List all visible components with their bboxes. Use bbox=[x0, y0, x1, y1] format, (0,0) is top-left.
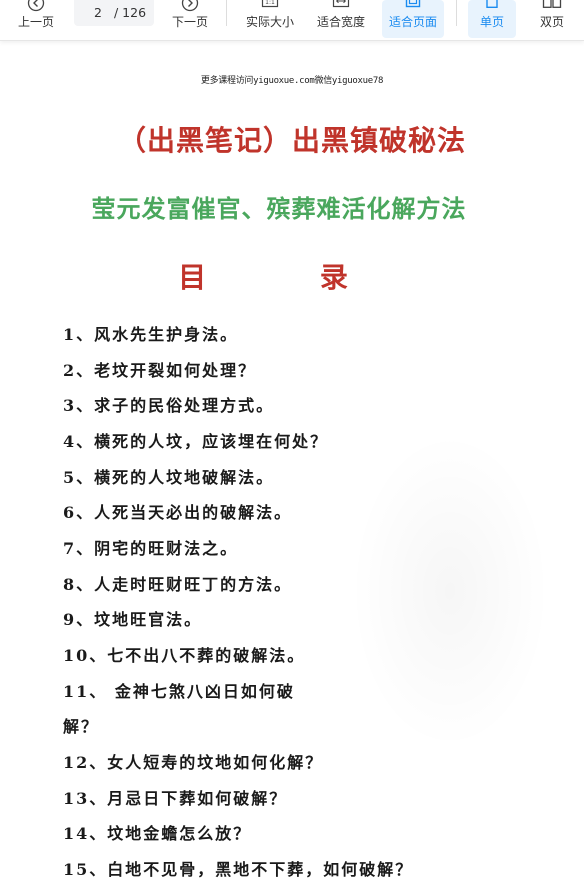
svg-text:1:1: 1:1 bbox=[265, 0, 275, 6]
fit-page-button[interactable]: 适合页面 bbox=[382, 0, 444, 38]
document-page: 更多课程访问yiguoxue.com微信yiguoxue78 （出黑笔记）出黑镇… bbox=[0, 41, 584, 895]
prev-page-label: 上一页 bbox=[17, 15, 54, 29]
fit-width-button[interactable]: 适合宽度 bbox=[313, 0, 369, 38]
page-scan-shadow bbox=[350, 431, 550, 751]
fit-width-icon bbox=[332, 0, 350, 8]
toc-item: 9、坟地旺官法。 bbox=[63, 610, 203, 629]
toc-item: 12、女人短寿的坟地如何化解？ bbox=[63, 753, 324, 772]
double-page-button[interactable]: 双页 bbox=[530, 0, 574, 38]
toc-item: 15、白地不见骨，黑地不下葬，如何破解？ bbox=[63, 860, 414, 879]
toc-item: 1、风水先生护身法。 bbox=[63, 325, 239, 344]
double-page-label: 双页 bbox=[539, 15, 564, 29]
toolbar-divider bbox=[456, 0, 457, 26]
total-pages: / 126 bbox=[114, 5, 147, 20]
toc-item: 3、求子的民俗处理方式。 bbox=[63, 396, 275, 415]
fit-page-icon bbox=[405, 0, 421, 8]
toc-item: 10、七不出八不葬的破解法。 bbox=[63, 646, 306, 665]
document-title: （出黑笔记）出黑镇破秘法 bbox=[117, 124, 466, 157]
double-page-icon bbox=[542, 0, 562, 8]
current-page[interactable]: 2 bbox=[94, 5, 102, 20]
toc-item: 11、 金神七煞八凶日如何破 bbox=[63, 682, 295, 701]
toolbar-divider bbox=[226, 0, 227, 26]
viewer-toolbar: 上一页 2 / 126 下一页 1:1 实际大小 适合宽度 适合页面 单页 双页 bbox=[0, 0, 584, 41]
actual-size-label: 实际大小 bbox=[245, 15, 294, 29]
toc-item: 解？ bbox=[63, 717, 100, 736]
toc-item: 4、横死的人坟，应该埋在何处？ bbox=[63, 432, 329, 451]
document-subtitle: 莹元发富催官、殡葬难活化解方法 bbox=[91, 194, 467, 223]
fit-width-label: 适合宽度 bbox=[316, 15, 365, 29]
actual-size-icon: 1:1 bbox=[261, 0, 279, 8]
toc-item: 8、人走时旺财旺丁的方法。 bbox=[63, 575, 293, 594]
toc-item: 14、坟地金蟾怎么放？ bbox=[63, 824, 252, 843]
fit-page-label: 适合页面 bbox=[388, 15, 437, 29]
chevron-left-circle-icon bbox=[27, 0, 45, 12]
next-page-label: 下一页 bbox=[171, 15, 208, 29]
toc-heading: 目 录 bbox=[178, 261, 382, 294]
toc-item: 5、横死的人坟地破解法。 bbox=[63, 468, 275, 487]
toc-item: 13、月忌日下葬如何破解？ bbox=[63, 789, 288, 808]
toc-item: 7、阴宅的旺财法之。 bbox=[63, 539, 239, 558]
toc-item: 6、人死当天必出的破解法。 bbox=[63, 503, 293, 522]
actual-size-button[interactable]: 1:1 实际大小 bbox=[242, 0, 298, 38]
toc-item: 2、老坟开裂如何处理？ bbox=[63, 361, 257, 380]
single-page-icon bbox=[486, 0, 498, 9]
chevron-right-circle-icon bbox=[181, 0, 199, 12]
watermark-text: 更多课程访问yiguoxue.com微信yiguoxue78 bbox=[200, 76, 384, 86]
single-page-button[interactable]: 单页 bbox=[468, 0, 516, 38]
next-page-button[interactable]: 下一页 bbox=[168, 0, 212, 38]
page-number-field[interactable]: 2 / 126 bbox=[74, 0, 154, 26]
single-page-label: 单页 bbox=[479, 15, 504, 29]
prev-page-button[interactable]: 上一页 bbox=[14, 0, 58, 38]
